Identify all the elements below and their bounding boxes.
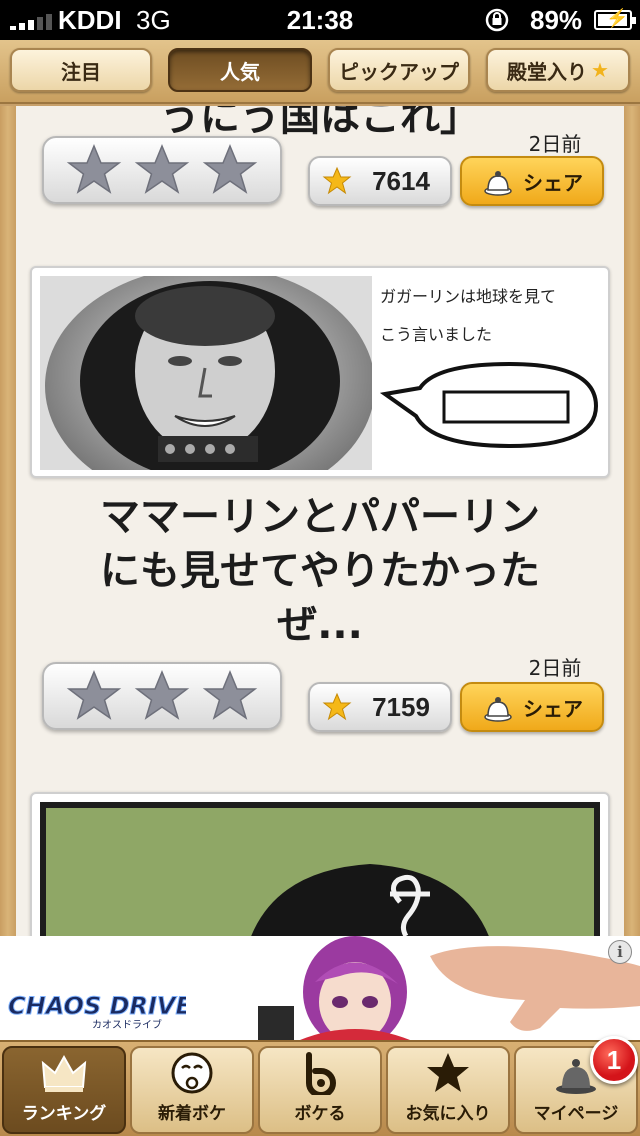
tab-boke-post[interactable]: ボケる xyxy=(258,1046,382,1134)
tab-pickup-label: ピックアップ xyxy=(339,59,459,84)
battery-percent: 89% xyxy=(530,5,583,35)
tab-featured[interactable]: 注目 xyxy=(10,48,152,92)
tab-ranking-label: ランキング xyxy=(21,1104,107,1124)
gold-star-icon xyxy=(322,166,352,195)
post-title-line: にも見せてやりたかった xyxy=(100,548,540,594)
tab-hall-of-fame-label: 殿堂入り xyxy=(507,59,588,84)
rating-star-icon[interactable] xyxy=(202,142,258,198)
post-image[interactable]: ガガーリンは地球を見て こう言いました xyxy=(30,266,610,478)
tab-new-boke[interactable]: 新着ボケ xyxy=(130,1046,254,1134)
share-button[interactable]: シェア xyxy=(460,156,604,206)
post-time: 2日前 xyxy=(528,132,582,156)
post-time: 2日前 xyxy=(528,656,582,680)
tab-popular[interactable]: 人気 xyxy=(168,48,312,92)
rating-star-icon[interactable] xyxy=(134,668,190,724)
gold-star-icon xyxy=(322,692,352,721)
bell-icon xyxy=(484,171,512,196)
star-rating-control[interactable] xyxy=(42,662,282,730)
ad-info-icon[interactable]: i xyxy=(608,940,632,964)
share-label: シェア xyxy=(523,696,583,721)
tab-popular-label: 人気 xyxy=(220,59,260,84)
post-photo: ガガーリンは地球を見て こう言いました xyxy=(40,276,600,470)
rating-count: 7614 xyxy=(372,165,430,196)
star-icon xyxy=(427,1053,469,1092)
feed[interactable]: うにう国はこれ」 2日前 7614 シェア ガガーリンは地球を見て こう言いまし… xyxy=(0,106,640,936)
rotation-lock-icon xyxy=(485,8,509,32)
star-icon: ★ xyxy=(591,58,609,82)
image-caption-line1: ガガーリンは地球を見て xyxy=(380,287,556,306)
share-button[interactable]: シェア xyxy=(460,682,604,732)
tab-my-page[interactable]: マイページ 1 xyxy=(514,1036,638,1134)
chaos-drive-logo: CHAOS DRIVE カオスドライブ xyxy=(8,992,186,1031)
image-caption-line2: こう言いました xyxy=(380,325,492,344)
bottom-tab-bar: ランキング 新着ボケ ボケる お気に入り マイページ 1 xyxy=(0,1036,640,1136)
battery-icon: ⚡ xyxy=(594,8,636,30)
crown-icon xyxy=(41,1054,87,1092)
bell-icon xyxy=(484,697,512,722)
tab-hall-of-fame[interactable]: 殿堂入り ★ xyxy=(486,48,630,92)
top-tab-bar: 注目 人気 ピックアップ 殿堂入り ★ xyxy=(0,40,640,104)
ad-brand: CHAOS DRIVE xyxy=(8,992,186,1020)
rating-star-icon[interactable] xyxy=(66,142,122,198)
tab-new-boke-label: 新着ボケ xyxy=(158,1104,226,1124)
rating-count-button[interactable]: 7614 xyxy=(308,156,452,206)
ad-banner[interactable]: CHAOS DRIVE カオスドライブ i xyxy=(0,936,640,1040)
status-bar: KDDI 3G 21:38 89% ⚡ xyxy=(0,0,640,40)
rating-count: 7159 xyxy=(372,691,430,722)
post-image[interactable] xyxy=(30,792,610,936)
tab-my-page-label: マイページ xyxy=(533,1104,619,1124)
ad-brand-sub: カオスドライブ xyxy=(92,1018,162,1030)
tab-featured-label: 注目 xyxy=(61,59,101,84)
tab-favorites-label: お気に入り xyxy=(405,1104,491,1124)
share-label: シェア xyxy=(523,170,583,195)
tab-pickup[interactable]: ピックアップ xyxy=(328,48,470,92)
rating-star-icon[interactable] xyxy=(202,668,258,724)
notification-badge: 1 xyxy=(590,1036,638,1084)
post-photo xyxy=(40,802,600,936)
rating-count-button[interactable]: 7159 xyxy=(308,682,452,732)
tab-boke-post-label: ボケる xyxy=(294,1104,346,1124)
bokete-logo-icon xyxy=(306,1052,336,1095)
star-rating-control[interactable] xyxy=(42,136,282,204)
post-title-line: ぜ... xyxy=(277,602,363,648)
tab-ranking[interactable]: ランキング xyxy=(2,1046,126,1134)
rating-star-icon[interactable] xyxy=(66,668,122,724)
post-title: ママーリンとパパーリン にも見せてやりたかった ぜ... xyxy=(40,490,600,652)
funny-face-icon xyxy=(171,1052,213,1094)
rating-star-icon[interactable] xyxy=(134,142,190,198)
tab-favorites[interactable]: お気に入り xyxy=(386,1046,510,1134)
post-title-line: ママーリンとパパーリン xyxy=(100,494,540,540)
